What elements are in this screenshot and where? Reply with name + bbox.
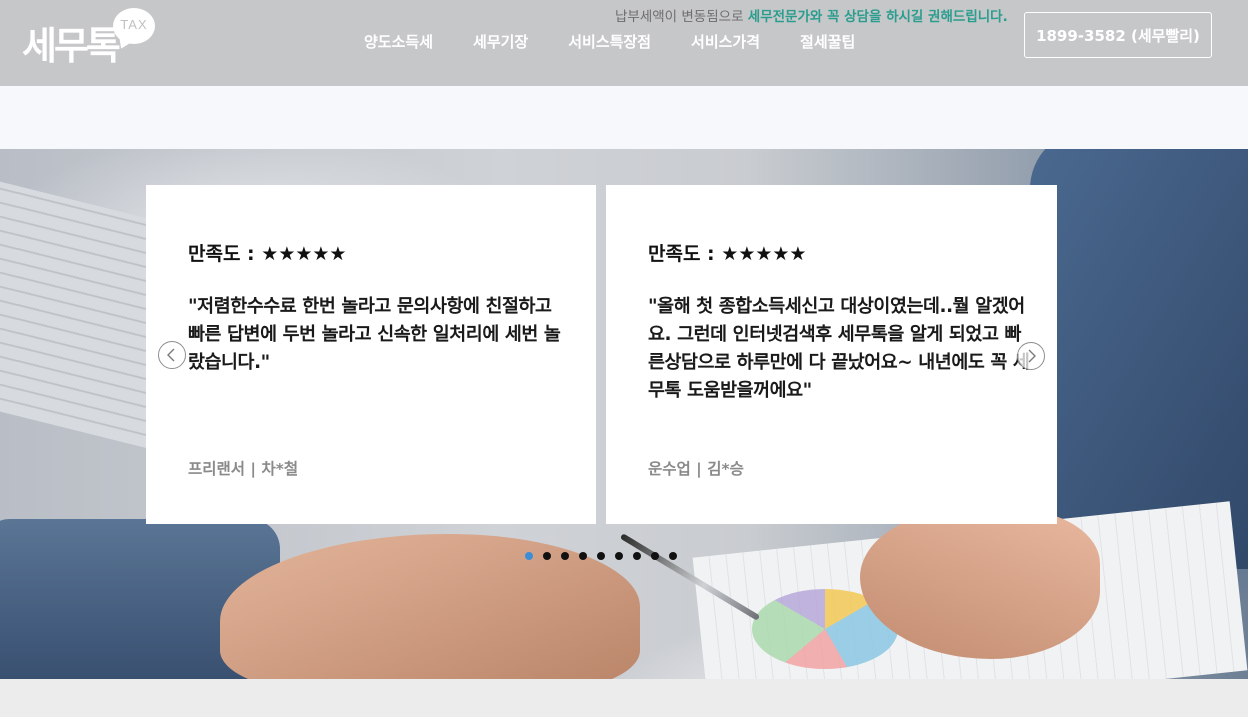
- next-section: [0, 679, 1248, 717]
- phone-call-button[interactable]: 1899-3582 (세무빨리): [1024, 12, 1212, 58]
- review-quote: "저렴한수수료 한번 놀라고 문의사항에 친절하고 빠른 답변에 두번 놀라고 …: [188, 296, 561, 373]
- main-nav: 양도소득세 세무기장 서비스특장점 서비스가격 절세꿀팁: [344, 30, 875, 54]
- nav-item-capital-gains-tax[interactable]: 양도소득세: [344, 30, 453, 54]
- nav-item-bookkeeping[interactable]: 세무기장: [453, 30, 548, 54]
- review-quote: "올해 첫 종합소득세신고 대상이였는데..뭘 알겠어요. 그런데 인터넷검색후…: [648, 296, 1030, 401]
- carousel-dot[interactable]: [561, 552, 569, 560]
- tax-notice-highlight: 세무전문가와 꼭 상담을 하시길 권해드립니다.: [747, 9, 1008, 25]
- carousel-pagination: [525, 552, 677, 560]
- carousel-dot[interactable]: [651, 552, 659, 560]
- review-rating: 만족도 : ★★★★★: [648, 239, 806, 266]
- carousel-dot[interactable]: [615, 552, 623, 560]
- logo-badge-text: TAX: [120, 17, 148, 32]
- chevron-right-icon: [1028, 349, 1036, 363]
- site-header: 세무톡 TAX 납부세액이 변동됨으로 세무전문가와 꼭 상담을 하시길 권해드…: [0, 0, 1248, 86]
- carousel-dot[interactable]: [633, 552, 641, 560]
- carousel-dot[interactable]: [597, 552, 605, 560]
- review-author: 운수업 | 김*승: [648, 460, 744, 478]
- nav-item-tax-tips[interactable]: 절세꿀팁: [780, 30, 875, 54]
- review-card: 만족도 : ★★★★★ "저렴한수수료 한번 놀라고 문의사항에 친절하고 빠른…: [146, 185, 596, 524]
- star-rating-icon: ★★★★★: [261, 243, 347, 265]
- chevron-left-icon: [167, 348, 175, 362]
- nav-item-service-features[interactable]: 서비스특장점: [548, 30, 671, 54]
- review-card: 만족도 : ★★★★★ "올해 첫 종합소득세신고 대상이였는데..뭘 알겠어요…: [606, 185, 1057, 524]
- carousel-dot[interactable]: [543, 552, 551, 560]
- carousel-prev-button[interactable]: [158, 341, 186, 369]
- carousel-dot[interactable]: [579, 552, 587, 560]
- rating-label: 만족도 :: [188, 243, 262, 265]
- carousel-next-button[interactable]: [1017, 342, 1045, 370]
- review-rating: 만족도 : ★★★★★: [188, 239, 346, 266]
- tax-notice-text: 납부세액이 변동됨으로: [615, 9, 748, 25]
- tax-notice: 납부세액이 변동됨으로 세무전문가와 꼭 상담을 하시길 권해드립니다.: [615, 7, 1008, 27]
- carousel-dot[interactable]: [669, 552, 677, 560]
- logo[interactable]: 세무톡 TAX: [22, 8, 162, 74]
- logo-badge: TAX: [113, 8, 155, 44]
- review-author: 프리랜서 | 차*철: [188, 460, 299, 478]
- carousel-dot[interactable]: [525, 552, 533, 560]
- star-rating-icon: ★★★★★: [721, 243, 807, 265]
- review-section: 만족도 : ★★★★★ "저렴한수수료 한번 놀라고 문의사항에 친절하고 빠른…: [0, 149, 1248, 679]
- rating-label: 만족도 :: [648, 243, 722, 265]
- nav-item-service-price[interactable]: 서비스가격: [671, 30, 780, 54]
- logo-text: 세무톡: [22, 24, 121, 68]
